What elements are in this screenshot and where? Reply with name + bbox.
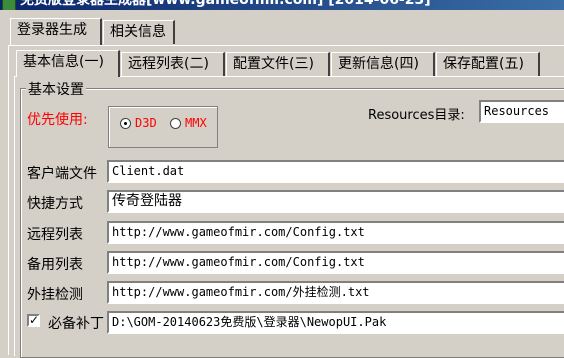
tab-related-info[interactable]: 相关信息	[103, 20, 175, 44]
backup-list-label: 备用列表	[27, 257, 83, 273]
shortcut-input[interactable]: 传奇登陆器	[107, 190, 564, 213]
resources-dir-label: Resources目录:	[368, 108, 465, 123]
window-title: 免费版登录器生成器[www.gameofmir.com] [2014-06-23…	[20, 0, 431, 8]
remote-list-input[interactable]: http://www.gameofmir.com/Config.txt	[107, 221, 564, 244]
tab-remote-list[interactable]: 远程列表(二)	[121, 52, 225, 76]
plugin-check-label: 外挂检测	[27, 287, 83, 303]
resources-dir-input[interactable]: Resources	[479, 100, 564, 123]
required-patch-checkbox[interactable]: ✓	[27, 314, 40, 327]
tab-login-generator[interactable]: 登录器生成	[10, 18, 102, 45]
radio-d3d-circle[interactable]	[120, 117, 131, 129]
tab-basic-info[interactable]: 基本信息(一)	[16, 50, 120, 77]
backup-list-input[interactable]: http://www.gameofmir.com/Config.txt	[107, 251, 564, 274]
tab-update-info[interactable]: 更新信息(四)	[331, 52, 435, 76]
group-title: 基本设置	[26, 79, 86, 99]
priority-label: 优先使用:	[27, 112, 88, 128]
plugin-check-input[interactable]: http://www.gameofmir.com/外挂检测.txt	[107, 281, 564, 304]
radio-mmx-label: MMX	[185, 116, 207, 130]
radio-d3d-label: D3D	[135, 116, 157, 130]
radio-mmx-circle[interactable]	[170, 117, 181, 129]
client-file-input[interactable]: Client.dat	[107, 160, 564, 183]
client-file-label: 客户端文件	[27, 166, 97, 182]
shortcut-label: 快捷方式	[27, 196, 83, 212]
app-icon	[2, 0, 16, 10]
tab-save-config[interactable]: 保存配置(五)	[436, 52, 540, 76]
radio-mmx[interactable]: MMX	[170, 116, 207, 130]
required-patch-label: 必备补丁	[48, 316, 104, 332]
required-patch-input[interactable]: D:\GOM-20140623免费版\登录器\NewopUI.Pak	[107, 311, 564, 334]
title-bar: 免费版登录器生成器[www.gameofmir.com] [2014-06-23…	[0, 0, 564, 10]
remote-list-label: 远程列表	[27, 227, 83, 243]
radio-d3d[interactable]: D3D	[120, 116, 157, 130]
tab-config-file[interactable]: 配置文件(三)	[226, 52, 330, 76]
